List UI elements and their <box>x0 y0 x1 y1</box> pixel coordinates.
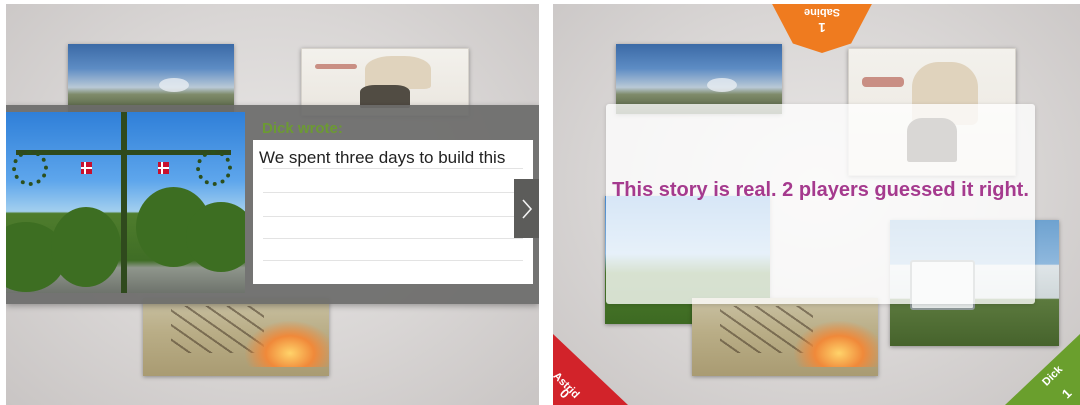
wreath <box>12 150 48 186</box>
player-name: Sabine <box>803 6 841 18</box>
story-photo <box>6 112 245 293</box>
danish-flag-icon <box>158 162 169 174</box>
result-popup: This story is real. 2 players guessed it… <box>606 104 1035 304</box>
photo-card-bonfire[interactable] <box>692 298 878 376</box>
danish-flag-icon <box>81 162 92 174</box>
player-name: Dick <box>1040 363 1066 389</box>
ruled-line <box>263 238 523 239</box>
story-author-title: Dick wrote: <box>262 120 343 137</box>
story-view-panel: Dick wrote: We spent three days to build… <box>6 4 539 405</box>
ruled-line <box>263 260 523 261</box>
story-text: We spent three days to build this <box>259 148 506 167</box>
wreath <box>196 150 232 186</box>
maypole-crossbar <box>16 150 231 155</box>
story-text-card: We spent three days to build this <box>253 140 533 284</box>
fire-image <box>245 321 329 368</box>
player-score: 1 <box>1058 385 1075 402</box>
chevron-right-icon <box>521 198 532 219</box>
next-story-button[interactable] <box>514 179 539 238</box>
tree <box>186 202 245 272</box>
result-view-panel: This story is real. 2 players guessed it… <box>553 4 1080 405</box>
ruled-line <box>263 192 523 193</box>
player-badge-bottom-left: Astrid 0 <box>553 334 628 405</box>
fire-image <box>794 321 878 368</box>
maypole-pole <box>121 112 127 293</box>
player-score: 1 <box>818 20 826 35</box>
photo-card-bonfire[interactable] <box>143 298 329 376</box>
ruled-line <box>263 216 523 217</box>
person-figure <box>365 55 432 89</box>
person-arm <box>862 76 904 87</box>
tree <box>51 207 121 287</box>
player-badge-top: Sabine 1 <box>770 4 874 53</box>
person-arm <box>315 63 357 69</box>
photo-card-sky[interactable] <box>68 44 234 114</box>
result-message: This story is real. 2 players guessed it… <box>612 179 1029 201</box>
